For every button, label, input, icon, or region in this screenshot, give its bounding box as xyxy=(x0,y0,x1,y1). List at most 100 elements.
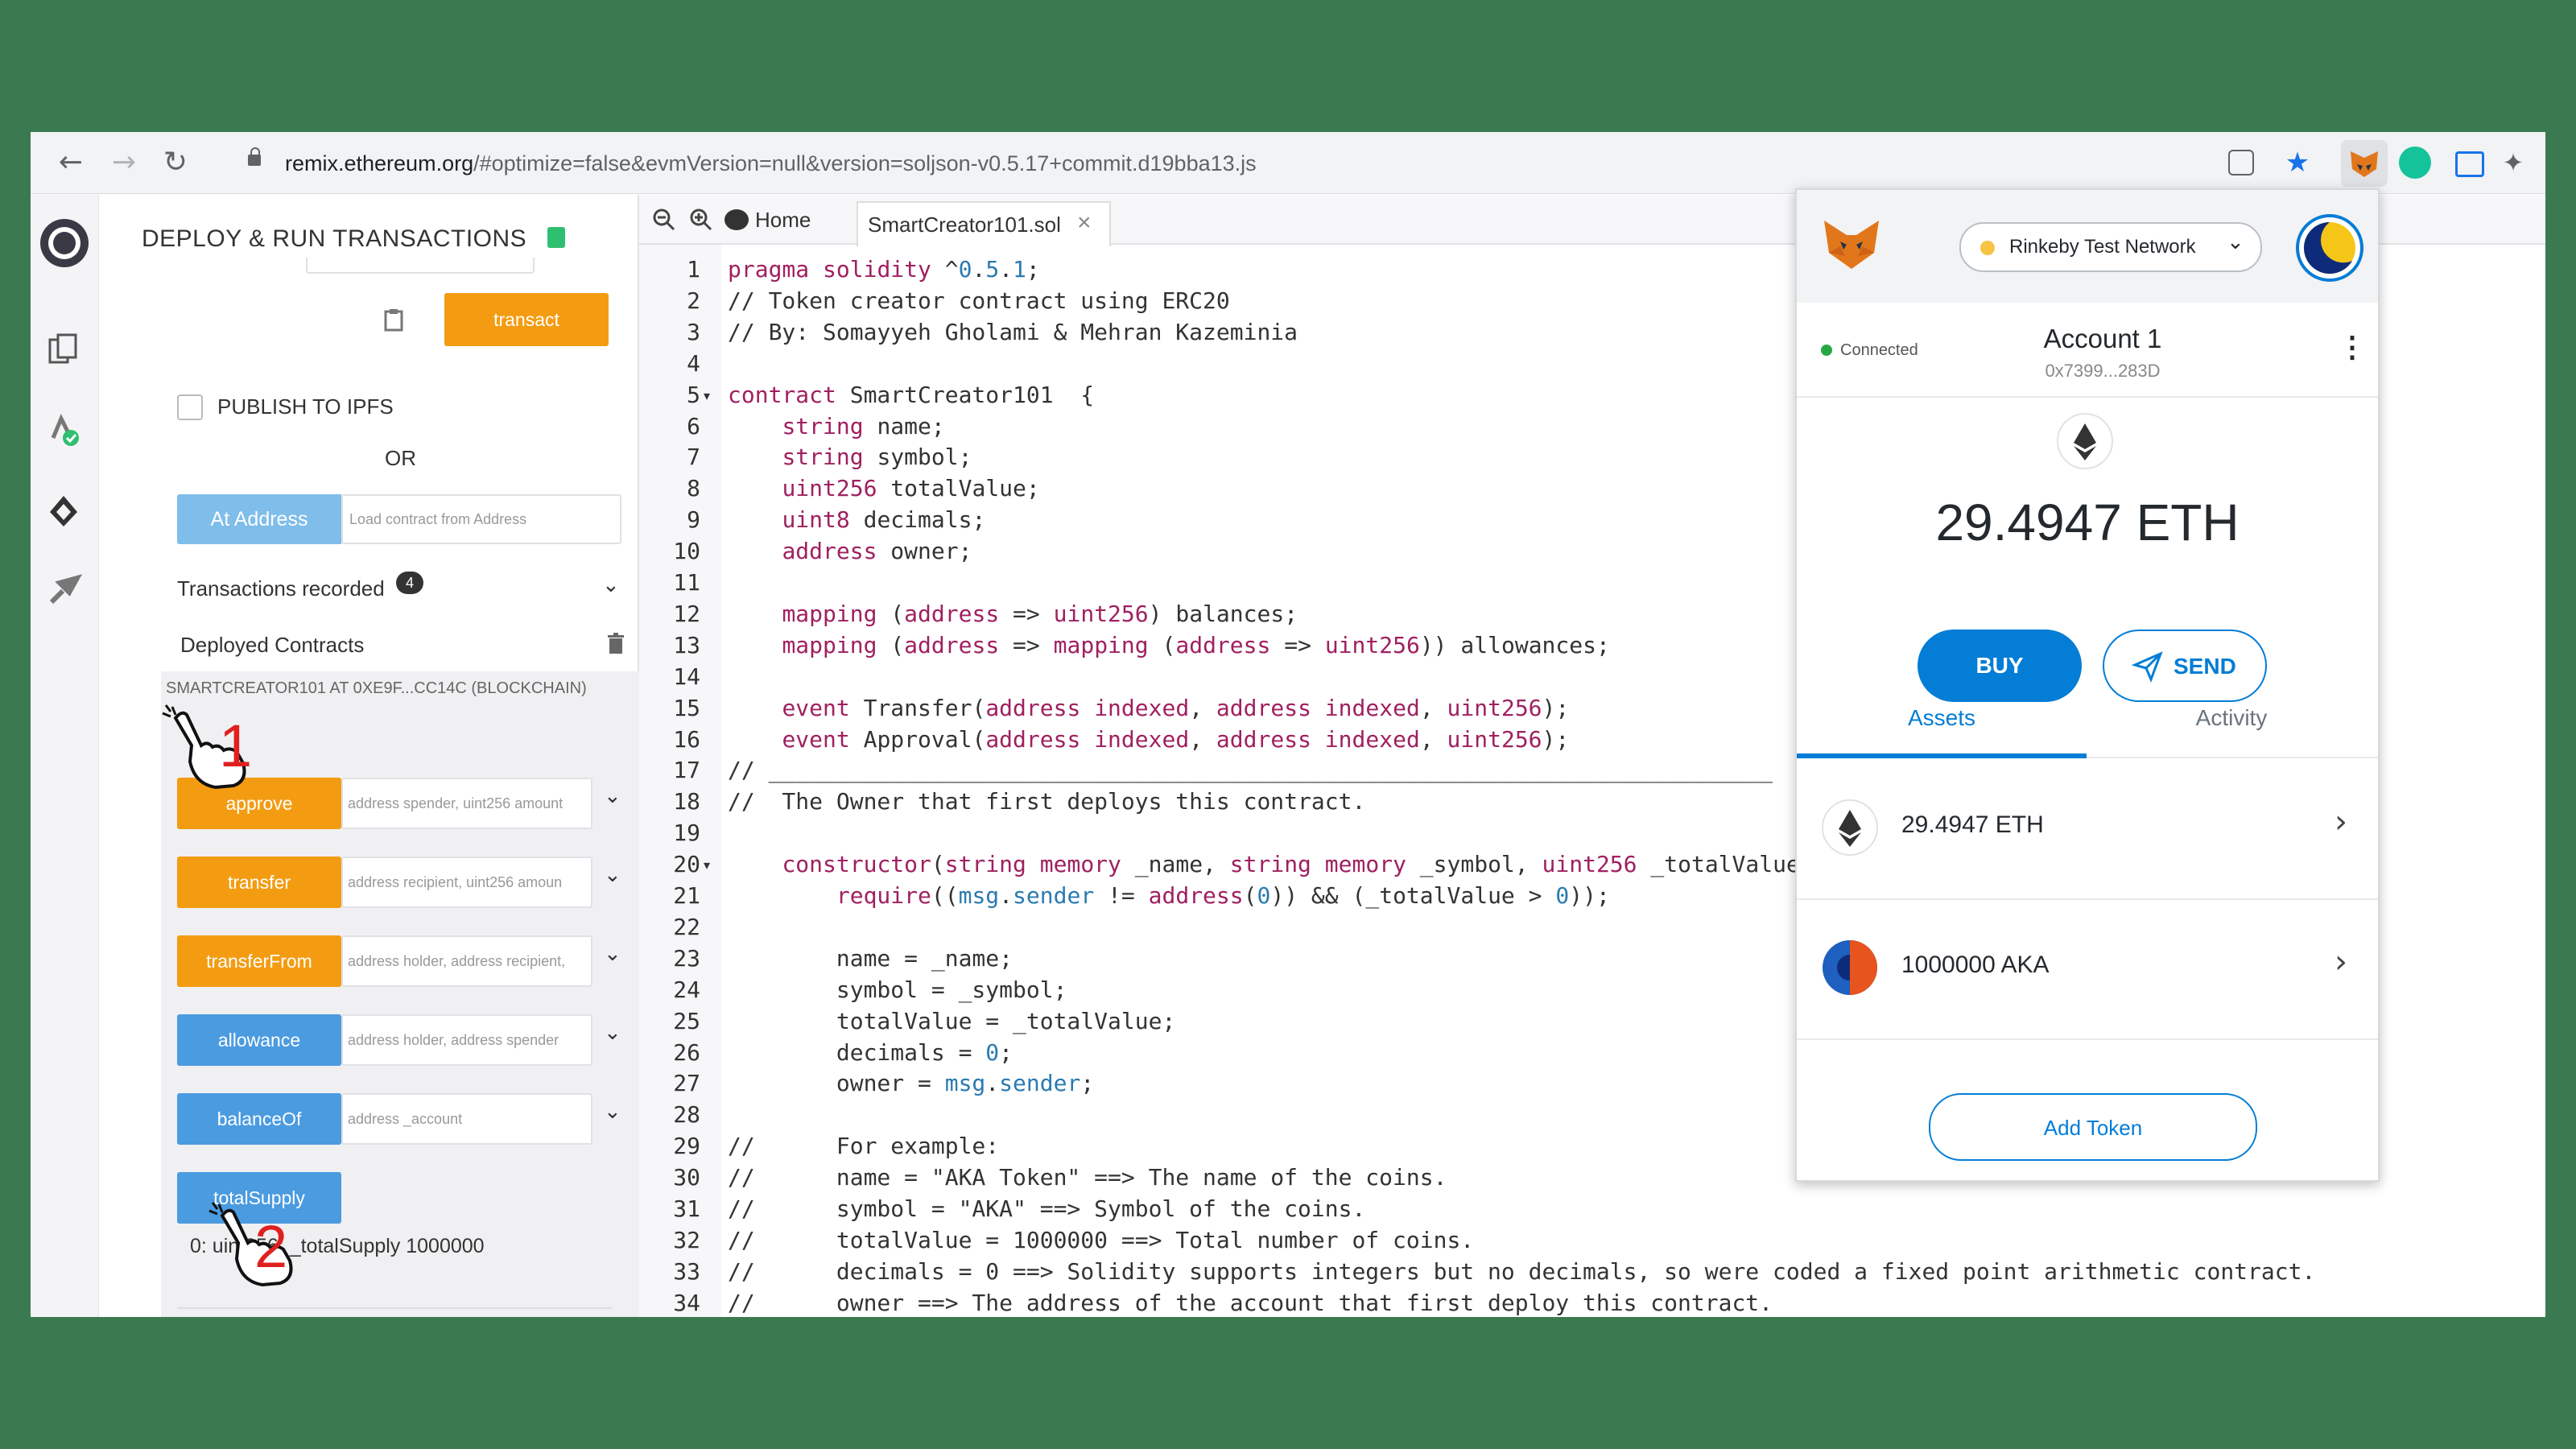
add-token-button[interactable]: Add Token xyxy=(1929,1093,2257,1161)
chevron-down-icon[interactable]: ⌄ xyxy=(604,784,621,808)
line-number: 7 xyxy=(687,444,700,470)
close-icon[interactable]: × xyxy=(1077,209,1092,237)
code-line[interactable]: event Transfer(address indexed, address … xyxy=(728,695,1569,721)
file-explorer-icon[interactable] xyxy=(45,332,82,369)
code-line[interactable]: totalValue = _totalValue; xyxy=(728,1008,1175,1034)
account-name[interactable]: Account 1 xyxy=(2022,324,2183,354)
code-line[interactable]: string name; xyxy=(728,413,944,440)
transact-button[interactable]: transact xyxy=(444,293,609,346)
asset-row-eth[interactable]: 29.4947 ETH › xyxy=(1797,758,2378,900)
code-line[interactable]: // For example: xyxy=(728,1133,999,1159)
extension-icon[interactable] xyxy=(2455,151,2484,177)
compiler-icon[interactable] xyxy=(45,411,82,448)
plugin-manager-icon[interactable] xyxy=(45,570,82,607)
back-icon[interactable]: ← xyxy=(52,143,90,182)
account-avatar[interactable] xyxy=(2296,214,2363,282)
buy-button[interactable]: BUY xyxy=(1918,630,2082,702)
home-icon[interactable] xyxy=(724,209,749,230)
asset-row-aka[interactable]: 1000000 AKA › xyxy=(1797,898,2378,1040)
at-address-button[interactable]: At Address xyxy=(177,494,341,544)
tab-home[interactable]: Home xyxy=(755,208,811,233)
code-line[interactable]: // Token creator contract using ERC20 xyxy=(728,287,1230,314)
line-number: 4 xyxy=(687,350,700,377)
transferfrom-input[interactable]: address holder, address recipient, xyxy=(341,935,592,987)
allowance-input[interactable]: address holder, address spender xyxy=(341,1014,592,1066)
line-number: 19 xyxy=(673,819,700,846)
code-line[interactable]: // totalValue = 1000000 ==> Total number… xyxy=(728,1227,1474,1253)
code-line[interactable]: owner = msg.sender; xyxy=(728,1070,1094,1096)
remix-logo-icon[interactable] xyxy=(31,211,98,279)
approve-input[interactable]: address spender, uint256 amount xyxy=(341,778,592,829)
transfer-input[interactable]: address recipient, uint256 amoun xyxy=(341,857,592,908)
transactions-recorded-label[interactable]: Transactions recorded xyxy=(177,576,385,601)
trash-icon[interactable] xyxy=(607,633,625,655)
fold-caret-icon[interactable]: ▾ xyxy=(704,857,710,873)
bookmark-star-icon[interactable]: ★ xyxy=(2278,143,2317,182)
code-line[interactable]: uint8 decimals; xyxy=(728,506,985,533)
fold-caret-icon[interactable]: ▾ xyxy=(704,388,710,403)
chevron-down-icon: ⌄ xyxy=(2227,230,2244,254)
url-path: /#optimize=false&evmVersion=null&version… xyxy=(473,151,1257,175)
code-line[interactable]: name = _name; xyxy=(728,945,1013,972)
code-line[interactable]: mapping (address => uint256) balances; xyxy=(728,601,1298,627)
line-number: 26 xyxy=(673,1039,700,1066)
code-line[interactable]: contract SmartCreator101 { xyxy=(728,382,1094,408)
connected-status[interactable]: Connected xyxy=(1840,341,1918,360)
zoom-in-icon[interactable] xyxy=(689,208,713,232)
translate-icon[interactable] xyxy=(2228,150,2254,175)
code-line[interactable]: uint256 totalValue; xyxy=(728,475,1039,502)
code-line[interactable]: // _____________________________________… xyxy=(728,757,1773,783)
code-line[interactable]: // name = "AKA Token" ==> The name of th… xyxy=(728,1164,1447,1191)
transfer-button[interactable]: transfer xyxy=(177,857,341,908)
code-line[interactable]: // By: Somayyeh Gholami & Mehran Kazemin… xyxy=(728,319,1298,345)
line-number: 9 xyxy=(687,506,700,533)
code-line[interactable]: // The Owner that first deploys this con… xyxy=(728,788,1365,815)
code-line[interactable]: address owner; xyxy=(728,538,972,564)
balanceof-input[interactable]: address _account xyxy=(341,1093,592,1145)
line-number: 6 xyxy=(687,413,700,440)
reload-icon[interactable]: ↻ xyxy=(156,143,195,182)
tab-smartcreator[interactable]: SmartCreator101.sol × xyxy=(857,201,1111,246)
line-number: 21 xyxy=(673,882,700,909)
line-number: 32 xyxy=(673,1227,700,1253)
grammarly-icon[interactable] xyxy=(2399,147,2431,179)
kebab-menu-icon[interactable]: ⋮ xyxy=(2338,330,2367,364)
extensions-puzzle-icon[interactable]: ✦ xyxy=(2494,143,2533,182)
code-line[interactable]: decimals = 0; xyxy=(728,1039,1013,1066)
code-line[interactable]: // decimals = 0 ==> Solidity supports in… xyxy=(728,1258,2315,1285)
asset-label: 1000000 AKA xyxy=(1901,952,2050,978)
chevron-down-icon[interactable]: ⌄ xyxy=(602,573,620,597)
allowance-button[interactable]: allowance xyxy=(177,1014,341,1066)
network-selector[interactable]: Rinkeby Test Network ⌄ xyxy=(1959,222,2262,272)
clipboard-icon[interactable] xyxy=(383,308,404,332)
at-address-input[interactable]: Load contract from Address xyxy=(341,494,621,544)
instance-title[interactable]: SMARTCREATOR101 AT 0XE9F...CC14C (BLOCKC… xyxy=(166,679,587,698)
transferfrom-button[interactable]: transferFrom xyxy=(177,935,341,987)
zoom-out-icon[interactable] xyxy=(652,208,676,232)
tab-activity[interactable]: Activity xyxy=(2087,705,2376,731)
code-line[interactable]: pragma solidity ^0.5.1; xyxy=(728,256,1040,283)
address-bar[interactable]: remix.ethereum.org/#optimize=false&evmVe… xyxy=(216,142,2212,184)
chevron-down-icon[interactable]: ⌄ xyxy=(604,1100,621,1124)
code-line[interactable]: require((msg.sender != address(0)) && (_… xyxy=(728,882,1610,909)
chevron-down-icon[interactable]: ⌄ xyxy=(604,863,621,887)
account-address[interactable]: 0x7399...283D xyxy=(2022,361,2183,382)
send-button[interactable]: SEND xyxy=(2103,630,2267,702)
constructor-input-edge[interactable] xyxy=(306,258,535,274)
balanceof-button[interactable]: balanceOf xyxy=(177,1093,341,1145)
publish-ipfs-checkbox[interactable] xyxy=(177,394,203,420)
code-line[interactable]: // symbol = "AKA" ==> Symbol of the coin… xyxy=(728,1195,1365,1222)
code-line[interactable]: mapping (address => mapping (address => … xyxy=(728,632,1609,658)
chevron-down-icon[interactable]: ⌄ xyxy=(604,1021,621,1045)
forward-icon[interactable]: → xyxy=(105,143,143,182)
code-line[interactable]: string symbol; xyxy=(728,444,972,470)
tab-assets[interactable]: Assets xyxy=(1797,705,2087,731)
code-line[interactable]: symbol = _symbol; xyxy=(728,976,1067,1003)
docs-icon[interactable] xyxy=(547,227,565,248)
code-line[interactable]: event Approval(address indexed, address … xyxy=(728,726,1569,753)
metamask-extension-icon[interactable] xyxy=(2341,140,2388,187)
deploy-run-icon[interactable] xyxy=(45,493,82,530)
chevron-down-icon[interactable]: ⌄ xyxy=(604,942,621,966)
code-line[interactable]: // owner ==> The address of the account … xyxy=(728,1290,1773,1316)
deploy-run-panel: DEPLOY & RUN TRANSACTIONS transact PUBLI… xyxy=(100,195,639,1317)
